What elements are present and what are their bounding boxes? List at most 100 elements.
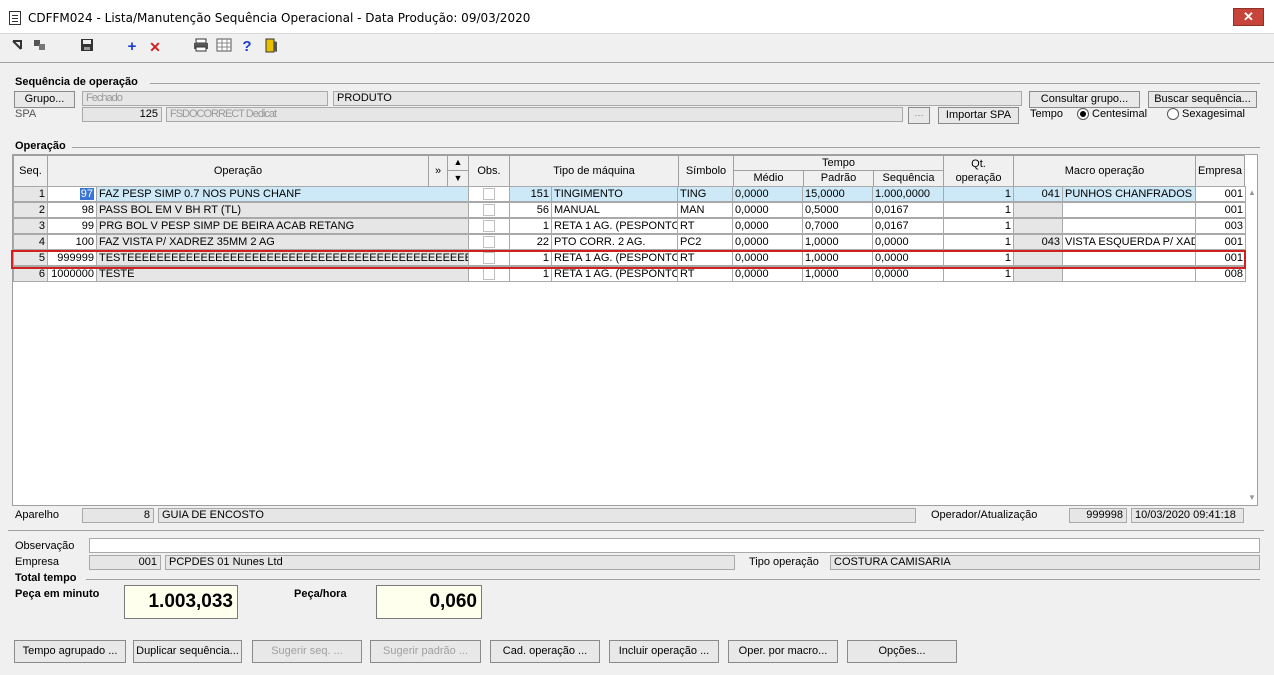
cell-simb[interactable]: PC2 — [677, 234, 733, 250]
cell-simb[interactable]: TING — [677, 186, 733, 202]
cell-desc[interactable]: PASS BOL EM V BH RT (TL) — [96, 202, 469, 218]
cell-seq[interactable]: 2 — [13, 202, 48, 218]
cell-simb[interactable]: MAN — [677, 202, 733, 218]
expand-columns-icon[interactable]: » — [428, 155, 448, 187]
cell-qt[interactable]: 1 — [943, 202, 1014, 218]
sugerir-padrao-button[interactable]: Sugerir padrão ... — [370, 640, 481, 663]
add-icon[interactable]: + — [123, 38, 141, 56]
grupo-button[interactable]: Grupo... — [14, 91, 75, 108]
cell-tipo-num[interactable]: 22 — [509, 234, 552, 250]
header-macro-operacao[interactable]: Macro operação — [1013, 155, 1196, 187]
cell-padrao[interactable]: 0,7000 — [802, 218, 873, 234]
duplicar-sequencia-button[interactable]: Duplicar sequência... — [133, 640, 242, 663]
header-qt-operacao[interactable]: Qt. operação — [943, 155, 1014, 187]
move-down-icon[interactable]: ▼ — [447, 170, 469, 187]
cell-code[interactable]: 97 — [47, 186, 97, 202]
incluir-operacao-button[interactable]: Incluir operação ... — [609, 640, 719, 663]
cell-tipo-num[interactable]: 151 — [509, 186, 552, 202]
cell-macro[interactable] — [1062, 202, 1196, 218]
cell-sequencia[interactable]: 1.000,0000 — [872, 186, 944, 202]
cell-seq[interactable]: 1 — [13, 186, 48, 202]
save-icon[interactable] — [78, 38, 96, 56]
cell-code[interactable]: 99 — [47, 218, 97, 234]
obs-checkbox[interactable] — [483, 188, 495, 200]
cell-qt[interactable]: 1 — [943, 234, 1014, 250]
header-tipo-maquina[interactable]: Tipo de máquina — [509, 155, 679, 187]
header-medio[interactable]: Médio — [733, 170, 804, 187]
cell-seq[interactable]: 4 — [13, 234, 48, 250]
observacao-input[interactable] — [89, 538, 1260, 553]
cell-tipo[interactable]: PTO CORR. 2 AG. — [551, 234, 678, 250]
print-icon[interactable] — [192, 38, 210, 56]
cell-macro-num[interactable] — [1013, 202, 1063, 218]
header-simbolo[interactable]: Símbolo — [678, 155, 734, 187]
move-up-icon[interactable]: ▲ — [447, 155, 469, 171]
cell-empresa[interactable]: 001 — [1195, 186, 1246, 202]
cell-medio[interactable]: 0,0000 — [732, 234, 803, 250]
cell-desc[interactable]: PRG BOL V PESP SIMP DE BEIRA ACAB RETANG — [96, 218, 469, 234]
obs-checkbox[interactable] — [483, 268, 495, 280]
importar-spa-button[interactable]: Importar SPA — [938, 107, 1019, 124]
help-icon[interactable]: ? — [238, 38, 256, 56]
delete-icon[interactable]: ✕ — [146, 38, 164, 56]
cell-qt[interactable]: 1 — [943, 218, 1014, 234]
sexagesimal-radio[interactable] — [1167, 108, 1179, 120]
cell-simb[interactable]: RT — [677, 218, 733, 234]
cell-tipo-num[interactable]: 1 — [509, 218, 552, 234]
spa-lookup-icon[interactable]: ⋯ — [908, 107, 930, 124]
cell-code[interactable]: 100 — [47, 234, 97, 250]
header-empresa[interactable]: Empresa — [1195, 155, 1245, 187]
cell-empresa[interactable]: 001 — [1195, 234, 1246, 250]
obs-cell[interactable] — [468, 186, 510, 202]
cell-empresa[interactable]: 001 — [1195, 202, 1246, 218]
cell-padrao[interactable]: 1,0000 — [802, 234, 873, 250]
cell-sequencia[interactable]: 0,0167 — [872, 202, 944, 218]
obs-cell[interactable] — [468, 202, 510, 218]
grid-icon[interactable] — [215, 38, 233, 56]
tempo-agrupado-button[interactable]: Tempo agrupado ... — [14, 640, 126, 663]
cell-sequencia[interactable]: 0,0167 — [872, 218, 944, 234]
cell-seq[interactable]: 3 — [13, 218, 48, 234]
vertical-scrollbar[interactable]: ▲ ▼ — [1247, 186, 1257, 504]
cell-tipo[interactable]: RETA 1 AG. (PESPONTO S — [551, 218, 678, 234]
cell-empresa[interactable]: 003 — [1195, 218, 1246, 234]
header-padrao[interactable]: Padrão — [803, 170, 874, 187]
cell-padrao[interactable]: 0,5000 — [802, 202, 873, 218]
obs-cell[interactable] — [468, 218, 510, 234]
cell-sequencia[interactable]: 0,0000 — [872, 234, 944, 250]
cell-desc[interactable]: FAZ PESP SIMP 0.7 NOS PUNS CHANF — [96, 186, 469, 202]
obs-cell[interactable] — [468, 234, 510, 250]
cell-medio[interactable]: 0,0000 — [732, 186, 803, 202]
opcoes-button[interactable]: Opções... — [847, 640, 957, 663]
obs-checkbox[interactable] — [483, 220, 495, 232]
cell-tipo[interactable]: TINGIMENTO — [551, 186, 678, 202]
sugerir-seq-button[interactable]: Sugerir seq. ... — [252, 640, 362, 663]
cell-desc[interactable]: FAZ VISTA P/ XADREZ 35MM 2 AG — [96, 234, 469, 250]
close-button[interactable]: ✕ — [1233, 8, 1264, 26]
cell-macro-num[interactable] — [1013, 218, 1063, 234]
cell-medio[interactable]: 0,0000 — [732, 218, 803, 234]
centesimal-radio[interactable] — [1077, 108, 1089, 120]
obs-checkbox[interactable] — [483, 204, 495, 216]
scroll-up-icon[interactable]: ▲ — [1248, 188, 1256, 197]
cell-padrao[interactable]: 15,0000 — [802, 186, 873, 202]
cell-macro-num[interactable]: 043 — [1013, 234, 1063, 250]
obs-checkbox[interactable] — [483, 236, 495, 248]
cell-macro[interactable]: VISTA ESQUERDA P/ XADR — [1062, 234, 1196, 250]
header-operacao[interactable]: Operação — [47, 155, 429, 187]
cell-macro[interactable] — [1062, 218, 1196, 234]
next-icon[interactable] — [31, 38, 49, 56]
buscar-sequencia-button[interactable]: Buscar sequência... — [1148, 91, 1257, 108]
prev-icon[interactable] — [9, 38, 27, 56]
oper-por-macro-button[interactable]: Oper. por macro... — [728, 640, 838, 663]
cell-code[interactable]: 98 — [47, 202, 97, 218]
consultar-grupo-button[interactable]: Consultar grupo... — [1029, 91, 1140, 108]
header-obs[interactable]: Obs. — [468, 155, 510, 187]
cell-macro-num[interactable]: 041 — [1013, 186, 1063, 202]
cell-tipo[interactable]: MANUAL — [551, 202, 678, 218]
scroll-down-icon[interactable]: ▼ — [1248, 493, 1256, 502]
header-seq[interactable]: Seq. — [13, 155, 48, 187]
spa-number-field[interactable]: 125 — [82, 107, 162, 122]
cell-macro[interactable]: PUNHOS CHANFRADOS PE — [1062, 186, 1196, 202]
cad-operacao-button[interactable]: Cad. operação ... — [490, 640, 600, 663]
